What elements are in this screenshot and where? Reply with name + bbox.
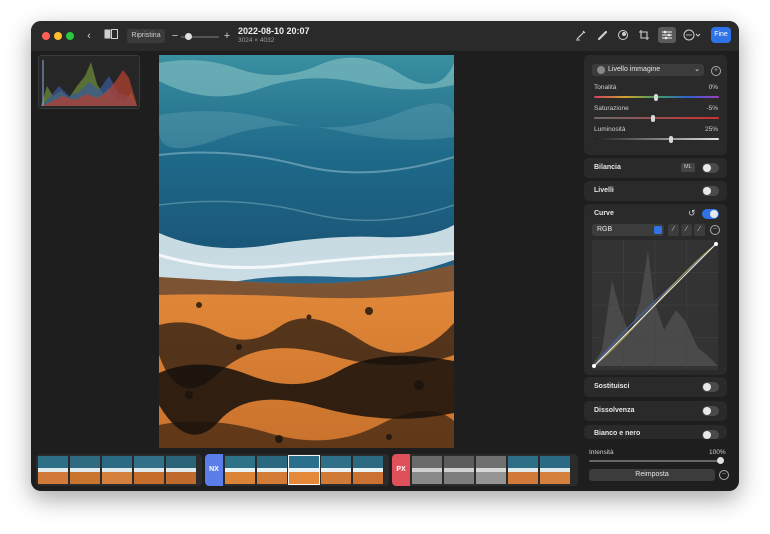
section-sostituisci-title: Sostituisci bbox=[594, 383, 630, 390]
intensity-value: 100% bbox=[709, 449, 726, 456]
histogram bbox=[38, 55, 140, 109]
more-icon[interactable] bbox=[683, 29, 703, 45]
curve-channel-label: RGB bbox=[597, 226, 613, 233]
layer-card: Livello immagine ⌄ + Tonalità 0% Saturaz… bbox=[584, 55, 727, 155]
layer-icon bbox=[597, 66, 605, 74]
zoom-out-icon[interactable]: − bbox=[171, 29, 179, 43]
luminosity-slider-knob[interactable] bbox=[669, 136, 673, 143]
chevron-down-icon: ⌄ bbox=[694, 66, 700, 73]
layer-select[interactable]: Livello immagine ⌄ bbox=[592, 64, 704, 76]
section-dissolvenza-title: Dissolvenza bbox=[594, 407, 635, 414]
zoom-slider-knob[interactable] bbox=[185, 33, 192, 40]
chevron-left-icon[interactable]: ‹ bbox=[83, 29, 95, 43]
thumbnail[interactable] bbox=[102, 456, 132, 484]
filmstrip-group-nx: NX bbox=[205, 454, 389, 486]
saturation-slider[interactable] bbox=[594, 117, 719, 119]
bianco-nero-toggle[interactable] bbox=[702, 430, 719, 439]
hue-value: 0% bbox=[708, 84, 718, 91]
black-point-picker-icon[interactable]: ⁄ bbox=[668, 224, 679, 236]
photo-date: 2022-08-10 20:07 bbox=[238, 26, 310, 36]
thumbnail[interactable] bbox=[225, 456, 255, 484]
filmstrip-group-px: PX bbox=[392, 454, 578, 486]
thumbnail[interactable] bbox=[476, 456, 506, 484]
thumbnail[interactable] bbox=[508, 456, 538, 484]
group-badge-px[interactable]: PX bbox=[392, 454, 410, 486]
thumbnail[interactable] bbox=[444, 456, 474, 484]
photo-preview[interactable] bbox=[158, 55, 463, 448]
section-sostituisci[interactable]: Sostituisci bbox=[584, 377, 727, 397]
layer-select-label: Livello immagine bbox=[608, 66, 661, 73]
section-bianco-nero-title: Bianco e nero bbox=[594, 430, 641, 437]
saturation-value: -5% bbox=[706, 105, 718, 112]
thumbnail[interactable] bbox=[412, 456, 442, 484]
section-livelli-title: Livelli bbox=[594, 187, 614, 194]
crop-icon[interactable] bbox=[637, 29, 651, 45]
photo-dimensions: 3024 × 4032 bbox=[238, 37, 275, 44]
thumbnail[interactable] bbox=[540, 456, 570, 484]
sostituisci-toggle[interactable] bbox=[702, 382, 719, 392]
intensity-label: Intensità bbox=[589, 449, 614, 456]
section-dissolvenza[interactable]: Dissolvenza bbox=[584, 401, 727, 421]
section-curve-title: Curve bbox=[594, 210, 614, 217]
intensity-slider-knob[interactable] bbox=[717, 457, 724, 464]
hue-slider-knob[interactable] bbox=[654, 94, 658, 101]
thumbnail[interactable] bbox=[353, 456, 383, 484]
ml-badge: ML bbox=[681, 163, 695, 172]
saturation-label: Saturazione bbox=[594, 105, 629, 112]
luminosity-slider[interactable] bbox=[594, 138, 719, 140]
thumbnail[interactable] bbox=[70, 456, 100, 484]
reimposta-button[interactable]: Reimposta bbox=[589, 469, 715, 481]
zoom-in-icon[interactable]: + bbox=[223, 29, 231, 43]
toolbar: ‹ Ripristina − + 2022-08-10 20:07 3024 ×… bbox=[31, 21, 739, 51]
gray-point-picker-icon[interactable]: ⁄ bbox=[681, 224, 692, 236]
add-layer-icon[interactable]: + bbox=[711, 66, 721, 76]
thumbnail[interactable] bbox=[134, 456, 164, 484]
thumbnail-selected[interactable] bbox=[288, 455, 320, 485]
reset-button[interactable]: Ripristina bbox=[127, 29, 165, 43]
curve-channel-select[interactable]: RGB bbox=[592, 224, 664, 236]
thumbnail[interactable] bbox=[321, 456, 351, 484]
thumbnail[interactable] bbox=[166, 456, 196, 484]
curve-options-icon[interactable]: − bbox=[710, 225, 720, 235]
remove-adjustments-icon[interactable]: − bbox=[719, 470, 729, 480]
section-bilancia[interactable]: Bilancia ML bbox=[584, 158, 727, 178]
markup-icon[interactable] bbox=[574, 29, 588, 45]
luminosity-value: 25% bbox=[704, 126, 718, 133]
red-eye-icon[interactable] bbox=[616, 29, 630, 45]
section-livelli[interactable]: Livelli bbox=[584, 181, 727, 201]
dissolvenza-toggle[interactable] bbox=[702, 406, 719, 416]
intensity-slider[interactable] bbox=[589, 460, 721, 462]
chevron-updown-icon bbox=[654, 226, 662, 234]
close-window-button[interactable] bbox=[42, 32, 50, 40]
split-view-icon[interactable] bbox=[103, 29, 119, 43]
adjust-button[interactable] bbox=[658, 27, 676, 43]
minimize-window-button[interactable] bbox=[54, 32, 62, 40]
bilancia-toggle[interactable] bbox=[702, 163, 719, 173]
section-curve: Curve ↺ RGB ⁄ ⁄ ⁄ − bbox=[584, 204, 727, 375]
section-bianco-nero[interactable]: Bianco e nero bbox=[584, 425, 727, 439]
section-bilancia-title: Bilancia bbox=[594, 164, 621, 171]
saturation-slider-knob[interactable] bbox=[651, 115, 655, 122]
fullscreen-window-button[interactable] bbox=[66, 32, 74, 40]
adjustments-panel: Livello immagine ⌄ + Tonalità 0% Saturaz… bbox=[584, 55, 727, 451]
white-point-picker-icon[interactable]: ⁄ bbox=[694, 224, 705, 236]
luminosity-label: Luminosità bbox=[594, 126, 626, 133]
app-window: ‹ Ripristina − + 2022-08-10 20:07 3024 ×… bbox=[31, 21, 739, 491]
thumbnail[interactable] bbox=[257, 456, 287, 484]
curve-toggle[interactable] bbox=[702, 209, 719, 219]
filmstrip-group-1 bbox=[36, 454, 202, 486]
hue-label: Tonalità bbox=[594, 84, 617, 91]
done-button[interactable]: Fine bbox=[711, 27, 731, 43]
thumbnail[interactable] bbox=[38, 456, 68, 484]
curve-graph[interactable] bbox=[592, 240, 718, 370]
livelli-toggle[interactable] bbox=[702, 186, 719, 196]
reset-curve-icon[interactable]: ↺ bbox=[688, 208, 696, 219]
retouch-icon[interactable] bbox=[595, 29, 609, 45]
group-badge-nx[interactable]: NX bbox=[205, 454, 223, 486]
